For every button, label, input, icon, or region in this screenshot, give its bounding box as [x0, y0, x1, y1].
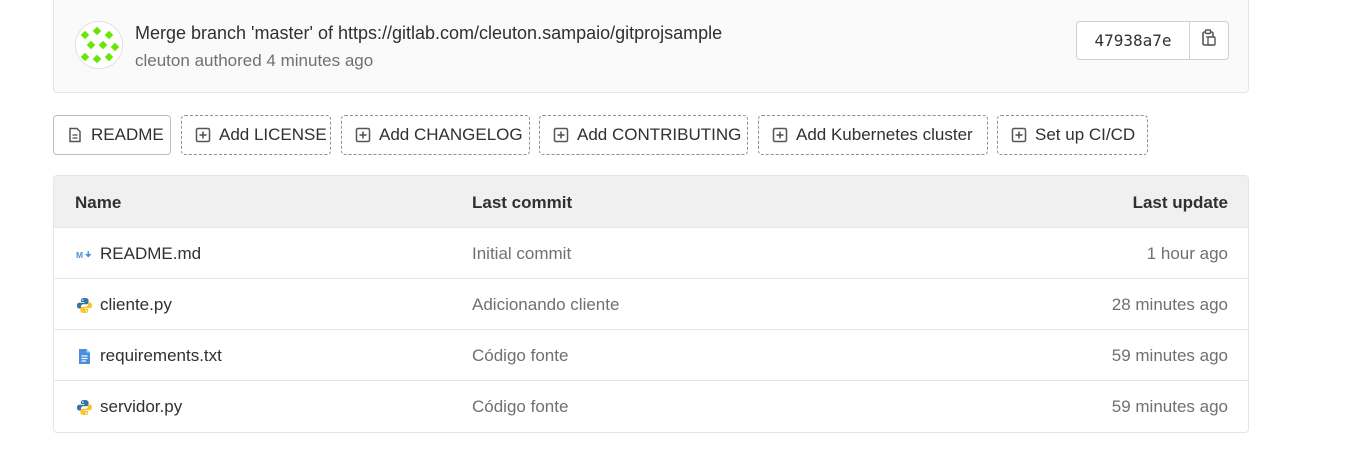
file-link[interactable]: servidor.py — [100, 397, 182, 417]
commit-sha-group: 47938a7e — [1076, 21, 1229, 60]
header-name: Name — [75, 193, 122, 212]
markdown-icon: M — [76, 246, 93, 263]
commit-message-link[interactable]: Adicionando cliente — [472, 295, 619, 315]
readme-button-label: README — [91, 125, 164, 144]
table-row: M README.md Initial commit 1 hour ago — [54, 228, 1248, 279]
file-icon — [67, 127, 83, 143]
file-tree-table: Name Last commit Last update M README.md… — [53, 175, 1249, 433]
add-contributing-button[interactable]: Add CONTRIBUTING — [539, 115, 748, 155]
table-header: Name Last commit Last update — [54, 176, 1248, 228]
text-file-icon — [76, 348, 93, 365]
table-row: cliente.py Adicionando cliente 28 minute… — [54, 279, 1248, 330]
readme-button[interactable]: README — [53, 115, 171, 155]
python-icon — [76, 297, 93, 314]
header-last-update: Last update — [1132, 193, 1228, 212]
last-commit-panel: Merge branch 'master' of https://gitlab.… — [53, 0, 1249, 93]
plus-square-icon — [195, 127, 211, 143]
authored-text: authored — [194, 51, 262, 70]
add-license-label: Add LICENSE — [219, 125, 327, 144]
clipboard-icon — [1201, 29, 1217, 52]
file-link[interactable]: README.md — [100, 244, 201, 264]
file-name-cell: cliente.py — [76, 295, 172, 315]
last-update-time: 59 minutes ago — [1111, 346, 1228, 365]
file-link[interactable]: cliente.py — [100, 295, 172, 315]
add-license-button[interactable]: Add LICENSE — [181, 115, 331, 155]
last-update-time: 28 minutes ago — [1111, 295, 1228, 314]
copy-sha-button[interactable] — [1190, 22, 1228, 59]
file-link[interactable]: requirements.txt — [100, 346, 222, 366]
add-kubernetes-cluster-label: Add Kubernetes cluster — [796, 125, 973, 144]
commit-time: 4 minutes ago — [266, 51, 374, 70]
table-row: servidor.py Código fonte 59 minutes ago — [54, 381, 1248, 432]
last-update-time: 59 minutes ago — [1111, 397, 1228, 416]
plus-square-icon — [772, 127, 788, 143]
plus-square-icon — [355, 127, 371, 143]
header-last-commit: Last commit — [472, 193, 573, 212]
commit-message-link[interactable]: Código fonte — [472, 346, 568, 366]
commit-meta: cleuton authored 4 minutes ago — [135, 51, 373, 71]
file-name-cell: M README.md — [76, 244, 201, 264]
add-contributing-label: Add CONTRIBUTING — [577, 125, 742, 144]
svg-text:M: M — [76, 249, 83, 259]
commit-sha[interactable]: 47938a7e — [1077, 22, 1190, 59]
avatar[interactable] — [75, 21, 123, 69]
commit-title-link[interactable]: Merge branch 'master' of https://gitlab.… — [135, 23, 722, 44]
commit-message-link[interactable]: Código fonte — [472, 397, 568, 417]
add-changelog-label: Add CHANGELOG — [379, 125, 523, 144]
setup-ci-cd-label: Set up CI/CD — [1035, 125, 1136, 144]
plus-square-icon — [1011, 127, 1027, 143]
last-update-time: 1 hour ago — [1146, 244, 1228, 263]
commit-message-link[interactable]: Initial commit — [472, 244, 571, 264]
add-changelog-button[interactable]: Add CHANGELOG — [341, 115, 530, 155]
setup-ci-cd-button[interactable]: Set up CI/CD — [997, 115, 1148, 155]
file-name-cell: servidor.py — [76, 397, 182, 417]
commit-author-link[interactable]: cleuton — [135, 51, 190, 70]
table-row: requirements.txt Código fonte 59 minutes… — [54, 330, 1248, 381]
add-kubernetes-cluster-button[interactable]: Add Kubernetes cluster — [758, 115, 988, 155]
python-icon — [76, 399, 93, 416]
plus-square-icon — [553, 127, 569, 143]
file-name-cell: requirements.txt — [76, 346, 222, 366]
